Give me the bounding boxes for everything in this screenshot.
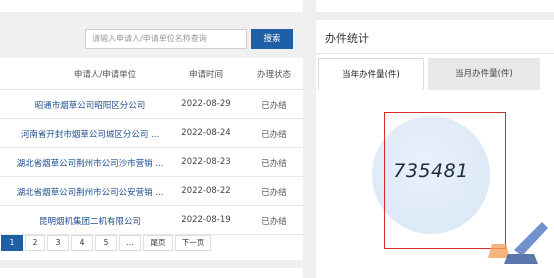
last-page-button[interactable]: 尾页: [143, 235, 173, 251]
status-cell: 已办结: [261, 159, 287, 169]
date-cell: 2022-08-22: [181, 186, 231, 196]
applicant-cell[interactable]: 昭通市烟草公司昭阳区分公司: [8, 99, 172, 111]
table-row[interactable]: 河南省开封市烟草公司城区分公司 ... 2022-08-24 已办结: [0, 119, 303, 148]
divider: [316, 53, 554, 54]
left-bottom-panel-edge: [0, 268, 303, 278]
status-cell: 已办结: [261, 101, 287, 111]
stats-title: 办件统计: [325, 32, 369, 45]
applicant-cell[interactable]: 昆明烟机集团二机有限公司: [8, 215, 172, 227]
right-top-panel-edge: [316, 0, 554, 12]
tab-current-month[interactable]: 当月办件量(件): [428, 58, 540, 90]
page-3-button[interactable]: 3: [47, 235, 69, 251]
header-status: 办理状态: [256, 70, 291, 80]
date-cell: 2022-08-19: [181, 215, 231, 225]
search-button[interactable]: 搜索: [251, 29, 293, 49]
status-cell: 已办结: [261, 188, 287, 198]
page-2-button[interactable]: 2: [25, 235, 45, 251]
applicant-cell[interactable]: 湖北省烟草公司荆州市公司沙市营销 ...: [8, 157, 172, 169]
search-bar: 请输入申请人/申请单位名称查询 搜索: [0, 20, 303, 58]
applicant-cell[interactable]: 湖北省烟草公司荆州市公司公安营销 ...: [8, 186, 172, 198]
page-4-button[interactable]: 4: [71, 235, 93, 251]
page-5-button[interactable]: 5: [95, 235, 117, 251]
table-row[interactable]: 湖北省烟草公司荆州市公司公安营销 ... 2022-08-22 已办结: [0, 177, 303, 206]
table-row[interactable]: 昭通市烟草公司昭阳区分公司 2022-08-29 已办结: [0, 90, 303, 119]
table-row[interactable]: 湖北省烟草公司荆州市公司沙市营销 ... 2022-08-23 已办结: [0, 148, 303, 177]
stats-panel: 办件统计 当年办件量(件) 当月办件量(件) 735481: [316, 20, 554, 278]
pagination: 1 2 3 4 5 ... 尾页 下一页: [0, 235, 303, 251]
page-ellipsis: ...: [119, 235, 141, 251]
application-list-panel: 请输入申请人/申请单位名称查询 搜索 申请人/申请单位 申请时间 办理状态 昭通…: [0, 20, 303, 260]
left-top-panel-edge: [0, 0, 303, 12]
applicant-cell[interactable]: 河南省开封市烟草公司城区分公司 ...: [8, 128, 172, 140]
date-cell: 2022-08-29: [181, 99, 231, 109]
tab-current-year[interactable]: 当年办件量(件): [318, 58, 424, 90]
page-1-button[interactable]: 1: [1, 235, 23, 251]
header-date: 申请时间: [188, 70, 223, 80]
date-cell: 2022-08-24: [181, 128, 231, 138]
table-header: 申请人/申请单位 申请时间 办理状态: [0, 58, 303, 90]
header-applicant: 申请人/申请单位: [73, 70, 137, 80]
table-body: 昭通市烟草公司昭阳区分公司 2022-08-29 已办结 河南省开封市烟草公司城…: [0, 90, 303, 235]
search-input[interactable]: 请输入申请人/申请单位名称查询: [85, 29, 247, 49]
next-page-button[interactable]: 下一页: [175, 235, 211, 251]
status-cell: 已办结: [261, 217, 287, 227]
status-cell: 已办结: [261, 130, 287, 140]
watermark-logo-icon: [488, 222, 548, 264]
table-row[interactable]: 昆明烟机集团二机有限公司 2022-08-19 已办结: [0, 206, 303, 235]
date-cell: 2022-08-23: [181, 157, 231, 167]
